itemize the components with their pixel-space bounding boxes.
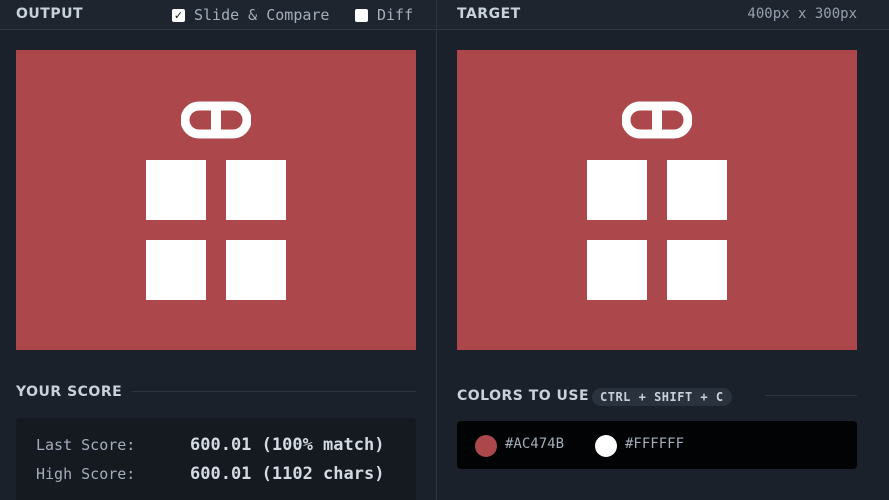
target-title: TARGET [457,6,521,22]
gift-square-top-left [587,160,647,220]
target-dimensions: 400px x 300px [747,6,857,22]
score-box: Last Score: 600.01 (100% match) High Sco… [16,418,416,500]
empty-box-icon[interactable] [355,8,368,22]
check-icon[interactable]: ✓ [172,8,185,22]
output-panel: OUTPUT ✓ Slide & Compare Diff YOUR SCORE… [0,0,436,500]
last-score-value: 600.01 (100% match) [190,435,385,455]
output-header: OUTPUT ✓ Slide & Compare Diff [0,0,436,30]
last-score-label: Last Score: [36,436,136,454]
colors-title: COLORS TO USE [457,388,590,404]
score-divider [132,391,416,392]
colors-divider [765,395,857,396]
gift-square-top-left [146,160,206,220]
target-header: TARGET 400px x 300px [437,0,889,30]
colors-box: #AC474B #FFFFFF [457,421,857,469]
target-canvas [457,50,857,350]
copy-colors-shortcut[interactable]: CTRL + SHIFT + C [592,388,732,406]
bow-icon [622,101,692,139]
gift-square-bottom-left [146,240,206,300]
output-canvas[interactable] [16,50,416,350]
diff-toggle[interactable]: Diff [355,6,413,24]
output-title: OUTPUT [16,6,83,22]
gift-square-bottom-right [667,240,727,300]
gift-square-top-right [226,160,286,220]
panel-divider[interactable] [436,0,437,500]
color-swatch-1[interactable] [475,435,497,457]
gift-square-top-right [667,160,727,220]
color-hex-1[interactable]: #AC474B [505,436,564,452]
color-swatch-2[interactable] [595,435,617,457]
high-score-value: 600.01 (1102 chars) [190,464,385,484]
slide-compare-toggle[interactable]: ✓ Slide & Compare [172,6,329,24]
bow-icon [181,101,251,139]
gift-square-bottom-left [587,240,647,300]
gift-square-bottom-right [226,240,286,300]
high-score-label: High Score: [36,465,136,483]
score-title: YOUR SCORE [16,384,123,400]
color-hex-2[interactable]: #FFFFFF [625,436,684,452]
slide-compare-label: Slide & Compare [194,6,330,24]
diff-label: Diff [377,6,414,24]
